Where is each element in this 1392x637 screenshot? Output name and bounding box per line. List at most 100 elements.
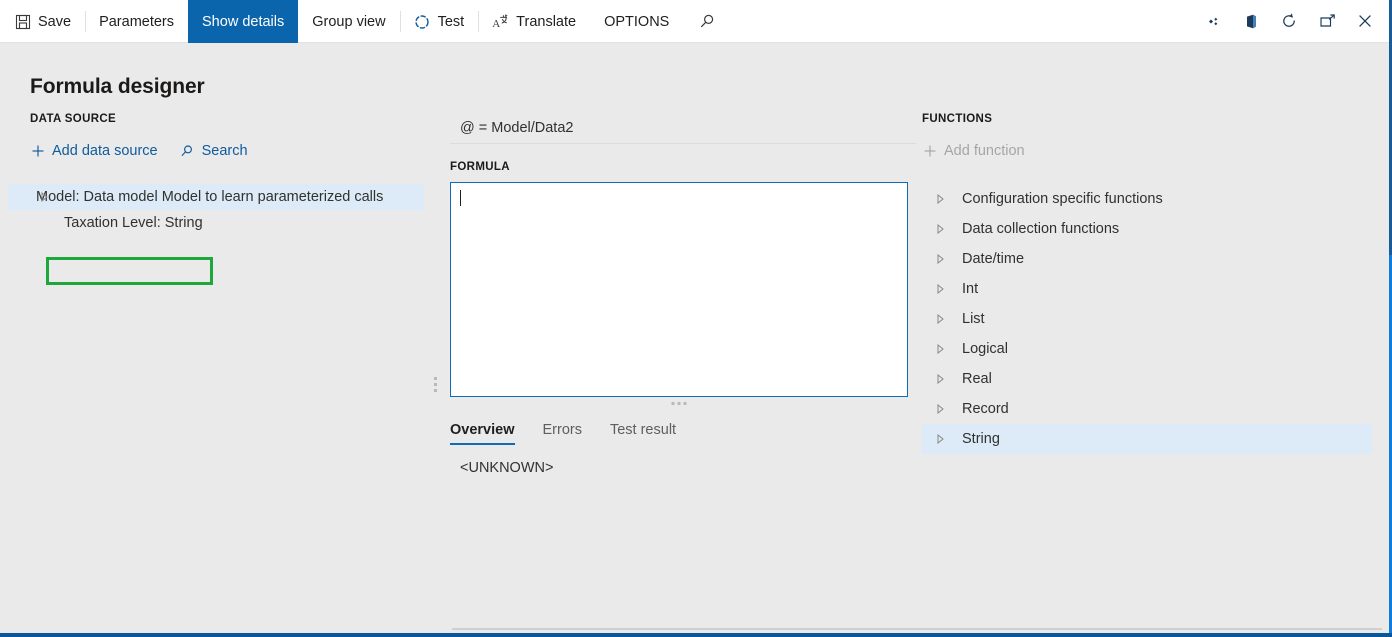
window-edge-bottom bbox=[0, 633, 1392, 637]
horizontal-scrollbar[interactable] bbox=[452, 628, 1382, 630]
search-data-source-button[interactable]: Search bbox=[180, 143, 248, 159]
toolbar-search-button[interactable] bbox=[683, 0, 732, 43]
overview-content: <UNKNOWN> bbox=[460, 460, 554, 476]
svg-text:A: A bbox=[492, 18, 500, 30]
translate-button[interactable]: A Translate bbox=[478, 0, 590, 43]
office-app-icon[interactable] bbox=[1232, 0, 1270, 43]
chevron-right-icon[interactable] bbox=[934, 433, 946, 445]
tree-row[interactable]: Taxation Level: String bbox=[8, 210, 424, 236]
close-icon[interactable] bbox=[1346, 0, 1384, 43]
data-source-heading: DATA SOURCE bbox=[30, 113, 117, 125]
chevron-right-icon[interactable] bbox=[934, 283, 946, 295]
functions-actions: Add function bbox=[922, 143, 1025, 159]
result-tabs: Overview Errors Test result bbox=[450, 413, 676, 445]
diagnostics-icon[interactable] bbox=[1194, 0, 1232, 43]
save-button[interactable]: Save bbox=[0, 0, 85, 43]
options-label: OPTIONS bbox=[604, 13, 670, 30]
plus-icon bbox=[30, 144, 45, 159]
chevron-right-icon[interactable] bbox=[934, 343, 946, 355]
chevron-right-icon[interactable] bbox=[934, 313, 946, 325]
command-bar: Save Parameters Show details Group view bbox=[0, 0, 1392, 43]
tab-overview-label: Overview bbox=[450, 422, 515, 438]
app-window: Save Parameters Show details Group view bbox=[0, 0, 1392, 637]
tab-errors-label: Errors bbox=[542, 422, 582, 438]
function-group-date-time[interactable]: Date/time bbox=[922, 244, 1372, 274]
tree-row-label: Model: Data model Model to learn paramet… bbox=[36, 189, 384, 205]
test-button[interactable]: Test bbox=[399, 0, 479, 43]
tree-row[interactable]: Model: Data model Model to learn paramet… bbox=[8, 184, 424, 210]
function-group-logical[interactable]: Logical bbox=[922, 334, 1372, 364]
test-label: Test bbox=[437, 13, 465, 30]
parameters-button[interactable]: Parameters bbox=[85, 0, 188, 43]
add-data-source-button[interactable]: Add data source bbox=[30, 143, 158, 159]
functions-pane: FUNCTIONS Add function Configuration spe… bbox=[920, 43, 1392, 637]
translate-label: Translate bbox=[516, 13, 577, 30]
text-caret bbox=[460, 190, 461, 206]
refresh-icon[interactable] bbox=[1270, 0, 1308, 43]
divider bbox=[478, 11, 480, 32]
horizontal-splitter[interactable] bbox=[450, 399, 908, 411]
function-group-label: Int bbox=[962, 281, 979, 297]
command-bar-left: Save Parameters Show details Group view bbox=[0, 0, 732, 43]
function-group-configuration-specific-functions[interactable]: Configuration specific functions bbox=[922, 184, 1372, 214]
function-group-label: Configuration specific functions bbox=[962, 191, 1163, 207]
vertical-splitter[interactable] bbox=[430, 43, 442, 637]
group-view-button[interactable]: Group view bbox=[298, 0, 399, 43]
search-icon bbox=[180, 144, 195, 159]
function-group-record[interactable]: Record bbox=[922, 394, 1372, 424]
search-icon bbox=[699, 13, 716, 30]
options-button[interactable]: OPTIONS bbox=[590, 0, 683, 43]
function-group-string[interactable]: String bbox=[922, 424, 1372, 454]
command-bar-right bbox=[1194, 0, 1392, 42]
function-group-label: Real bbox=[962, 371, 992, 387]
chevron-right-icon[interactable] bbox=[934, 223, 946, 235]
function-group-real[interactable]: Real bbox=[922, 364, 1372, 394]
function-group-label: List bbox=[962, 311, 985, 327]
data-source-tree: Model: Data model Model to learn paramet… bbox=[8, 184, 424, 236]
chevron-right-icon[interactable] bbox=[934, 403, 946, 415]
formula-input[interactable] bbox=[450, 182, 908, 397]
splitter-grip bbox=[434, 377, 438, 392]
add-data-source-label: Add data source bbox=[52, 143, 158, 159]
show-details-button[interactable]: Show details bbox=[188, 0, 299, 43]
chevron-right-icon[interactable] bbox=[38, 191, 50, 203]
formula-heading: FORMULA bbox=[450, 161, 510, 173]
functions-heading: FUNCTIONS bbox=[922, 113, 993, 125]
search-data-source-label: Search bbox=[201, 143, 248, 159]
test-spinner-icon bbox=[414, 13, 431, 30]
group-view-label: Group view bbox=[312, 13, 386, 30]
plus-icon bbox=[922, 144, 937, 159]
tab-errors[interactable]: Errors bbox=[543, 422, 582, 445]
data-source-actions: Add data source Search bbox=[30, 143, 248, 159]
function-group-label: Date/time bbox=[962, 251, 1025, 267]
formula-pane: @ = Model/Data2 FORMULA Overview Errors … bbox=[442, 43, 916, 637]
add-function-button[interactable]: Add function bbox=[922, 143, 1025, 159]
function-group-list[interactable]: List bbox=[922, 304, 1372, 334]
function-group-label: Record bbox=[962, 401, 1009, 417]
page-body: Formula designer DATA SOURCE Add data so… bbox=[0, 43, 1392, 637]
formula-context-path: @ = Model/Data2 bbox=[450, 113, 916, 144]
save-icon bbox=[14, 13, 31, 30]
function-group-int[interactable]: Int bbox=[922, 274, 1372, 304]
splitter-grip bbox=[671, 402, 687, 405]
parameters-label: Parameters bbox=[99, 13, 175, 30]
chevron-right-icon[interactable] bbox=[934, 253, 946, 265]
tab-test-result[interactable]: Test result bbox=[610, 422, 676, 445]
chevron-right-icon[interactable] bbox=[934, 373, 946, 385]
tab-overview[interactable]: Overview bbox=[450, 422, 515, 445]
divider bbox=[85, 11, 87, 32]
function-group-data-collection-functions[interactable]: Data collection functions bbox=[922, 214, 1372, 244]
data-source-pane: DATA SOURCE Add data source Search Model… bbox=[0, 43, 432, 637]
translate-icon: A bbox=[492, 13, 509, 30]
functions-tree: Configuration specific functions Data co… bbox=[922, 184, 1372, 454]
save-label: Save bbox=[38, 13, 72, 30]
function-group-label: Data collection functions bbox=[962, 221, 1120, 237]
highlight-box-taxation-level bbox=[46, 257, 213, 285]
popout-icon[interactable] bbox=[1308, 0, 1346, 43]
tab-test-result-label: Test result bbox=[609, 422, 677, 438]
function-group-label: String bbox=[962, 431, 1000, 447]
add-function-label: Add function bbox=[944, 143, 1025, 159]
show-details-label: Show details bbox=[202, 13, 285, 30]
tree-row-label: Taxation Level: String bbox=[64, 215, 203, 231]
chevron-right-icon[interactable] bbox=[934, 193, 946, 205]
